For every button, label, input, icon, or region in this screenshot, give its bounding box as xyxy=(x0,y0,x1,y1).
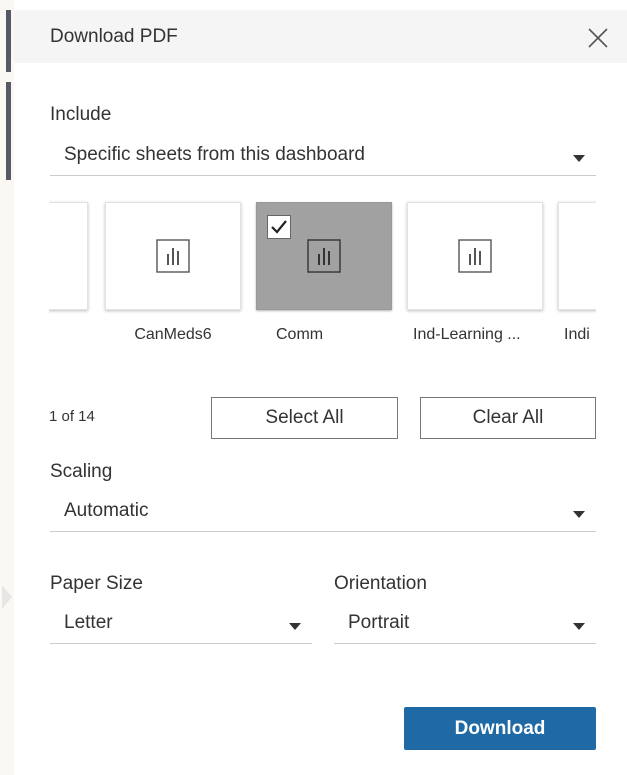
selection-count: 1 of 14 xyxy=(49,408,95,425)
background-chevron xyxy=(2,585,12,609)
paper-size-select[interactable]: Letter xyxy=(50,604,312,644)
scaling-label: Scaling xyxy=(50,461,113,482)
background-toolbar-segment xyxy=(6,10,11,72)
include-label: Include xyxy=(50,104,112,125)
sheet-thumbnail[interactable] xyxy=(105,202,241,310)
dropdown-caret-icon xyxy=(573,623,585,630)
sheet-thumbnail-selected[interactable] xyxy=(256,202,392,310)
sheet-thumbnail-label: Comm xyxy=(276,326,324,343)
include-selected-value: Specific sheets from this dashboard xyxy=(64,144,365,165)
sheet-thumbnail-strip[interactable]: CanMeds6 Comm Ind-Learning ... Indi xyxy=(49,200,596,360)
scaling-select[interactable]: Automatic xyxy=(50,492,596,532)
sheet-thumbnail[interactable] xyxy=(407,202,543,310)
bar-chart-icon xyxy=(307,239,341,273)
paper-size-label: Paper Size xyxy=(50,573,143,594)
paper-size-selected-value: Letter xyxy=(64,612,113,633)
sheet-thumbnail-label: CanMeds6 xyxy=(134,326,212,343)
download-button[interactable]: Download xyxy=(404,707,596,750)
scaling-selected-value: Automatic xyxy=(64,500,149,521)
sheet-thumbnail[interactable] xyxy=(558,202,596,310)
bar-chart-icon xyxy=(458,239,492,273)
clear-all-button[interactable]: Clear All xyxy=(420,397,596,439)
download-pdf-dialog: Download PDF Include Specific sheets fro… xyxy=(14,0,627,775)
checkbox[interactable] xyxy=(267,215,291,239)
orientation-selected-value: Portrait xyxy=(348,612,410,633)
select-all-button[interactable]: Select All xyxy=(211,397,398,439)
orientation-label: Orientation xyxy=(334,573,427,594)
dialog-header: Download PDF xyxy=(14,10,627,63)
orientation-select[interactable]: Portrait xyxy=(334,604,596,644)
background-toolbar-segment xyxy=(6,82,11,180)
sheet-thumbnail-label: Ind-Learning ... xyxy=(413,326,521,343)
dropdown-caret-icon xyxy=(573,155,585,162)
sheet-thumbnail-label: Indi xyxy=(564,326,590,343)
dialog-title: Download PDF xyxy=(50,26,178,47)
dropdown-caret-icon xyxy=(289,623,301,630)
bar-chart-icon xyxy=(156,239,190,273)
checkmark-icon xyxy=(271,220,287,234)
include-select[interactable]: Specific sheets from this dashboard xyxy=(50,136,596,176)
dropdown-caret-icon xyxy=(573,511,585,518)
sheet-thumbnail[interactable] xyxy=(49,202,88,310)
close-button[interactable] xyxy=(585,25,611,51)
close-icon xyxy=(588,28,608,48)
